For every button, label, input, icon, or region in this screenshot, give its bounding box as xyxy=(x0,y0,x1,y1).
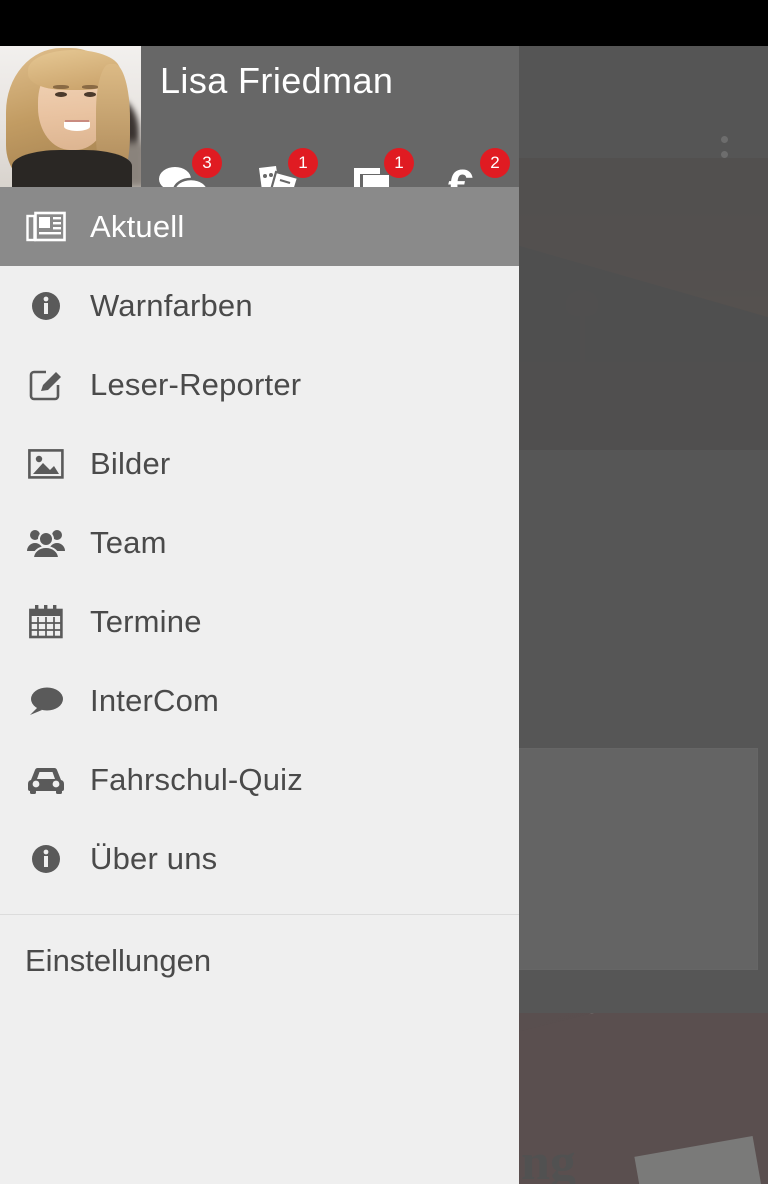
menu-item-ueber-uns[interactable]: Über uns xyxy=(0,819,519,898)
menu-item-label: Fahrschul-Quiz xyxy=(90,761,303,797)
badge-row: 3 1 1 € 2 xyxy=(158,148,510,187)
menu-item-aktuell[interactable]: Aktuell xyxy=(0,187,519,266)
badge-count: 3 xyxy=(192,148,222,178)
user-name: Lisa Friedman xyxy=(160,60,394,101)
menu-item-label: Warnfarben xyxy=(90,287,253,323)
badge-documents[interactable]: 1 xyxy=(350,148,414,187)
drawer-menu-list: Aktuell Warnfarben Leser-Reporter Bilder… xyxy=(0,187,519,1007)
menu-item-label: InterCom xyxy=(90,682,220,718)
menu-item-bilder[interactable]: Bilder xyxy=(0,424,519,503)
status-bar xyxy=(0,0,768,46)
menu-item-label: Termine xyxy=(90,603,202,639)
menu-item-label: Aktuell xyxy=(90,208,185,244)
edit-square-icon xyxy=(24,363,68,407)
menu-item-label: Einstellungen xyxy=(25,943,212,978)
menu-item-fahrschul-quiz[interactable]: Fahrschul-Quiz xyxy=(0,740,519,819)
menu-item-leser-reporter[interactable]: Leser-Reporter xyxy=(0,345,519,424)
badge-coupons[interactable]: 1 xyxy=(254,148,318,187)
menu-item-label: Leser-Reporter xyxy=(90,366,302,402)
car-icon xyxy=(24,758,68,802)
badge-messages[interactable]: 3 xyxy=(158,148,222,187)
info-circle-icon xyxy=(24,284,68,328)
badge-count: 1 xyxy=(384,148,414,178)
badge-payments[interactable]: € 2 xyxy=(446,148,510,187)
app-screen: isch hemen und lbe Elster und te, hier s… xyxy=(0,0,768,1184)
menu-item-intercom[interactable]: InterCom xyxy=(0,661,519,740)
menu-item-label: Bilder xyxy=(90,445,171,481)
menu-item-warnfarben[interactable]: Warnfarben xyxy=(0,266,519,345)
navigation-drawer: Lisa Friedman 3 1 1 € 2 Aktuell Warnfarb… xyxy=(0,46,519,1184)
menu-item-termine[interactable]: Termine xyxy=(0,582,519,661)
svg-text:€: € xyxy=(448,164,474,187)
badge-count: 2 xyxy=(480,148,510,178)
menu-item-einstellungen[interactable]: Einstellungen xyxy=(0,915,519,1007)
speech-bubble-icon xyxy=(24,679,68,723)
avatar[interactable] xyxy=(0,46,141,187)
newspaper-icon xyxy=(24,205,68,249)
menu-item-label: Team xyxy=(90,524,167,560)
badge-count: 1 xyxy=(288,148,318,178)
menu-item-team[interactable]: Team xyxy=(0,503,519,582)
people-icon xyxy=(24,521,68,565)
menu-item-label: Über uns xyxy=(90,840,218,876)
info-circle-icon xyxy=(24,837,68,881)
drawer-header: Lisa Friedman 3 1 1 € 2 xyxy=(0,46,519,187)
image-icon xyxy=(24,442,68,486)
calendar-icon xyxy=(24,600,68,644)
